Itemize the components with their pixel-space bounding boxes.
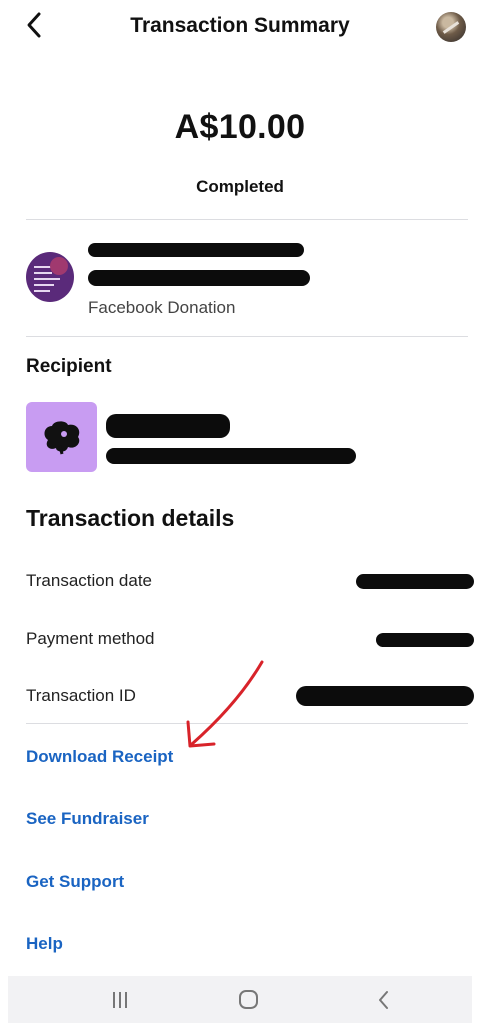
redacted-recipient-name <box>106 414 230 438</box>
divider <box>26 336 468 337</box>
system-navigation-bar <box>8 976 472 1023</box>
brain-icon <box>44 421 80 455</box>
annotation-arrow-icon <box>186 660 264 748</box>
divider <box>26 219 468 220</box>
redacted-payment-method <box>376 633 474 647</box>
recipient-avatar <box>26 402 97 472</box>
payment-method-label: Payment method <box>26 629 155 648</box>
fundraiser-thumbnail <box>26 252 74 302</box>
fundraiser-subtitle: Facebook Donation <box>88 298 236 317</box>
home-button[interactable] <box>228 986 268 1014</box>
system-back-button[interactable] <box>364 986 404 1014</box>
recents-icon <box>113 992 127 1008</box>
recents-button[interactable] <box>100 986 140 1014</box>
redacted-transaction-date <box>356 574 474 589</box>
help-link[interactable]: Help <box>26 934 63 954</box>
transaction-id-label: Transaction ID <box>26 686 136 705</box>
get-support-link[interactable]: Get Support <box>26 872 124 892</box>
redacted-fundraiser-title <box>88 243 304 257</box>
see-fundraiser-link[interactable]: See Fundraiser <box>26 809 149 829</box>
download-receipt-link[interactable]: Download Receipt <box>26 747 173 767</box>
page-title: Transaction Summary <box>130 14 350 37</box>
redacted-transaction-id <box>296 686 474 706</box>
redacted-fundraiser-title-2 <box>88 270 310 286</box>
avatar[interactable] <box>436 12 466 42</box>
back-icon <box>379 991 388 1009</box>
redacted-recipient-detail <box>106 448 356 464</box>
transaction-date-label: Transaction date <box>26 571 152 590</box>
transaction-details-heading: Transaction details <box>26 505 235 531</box>
transaction-status: Completed <box>196 177 284 196</box>
home-icon <box>239 990 258 1009</box>
transaction-amount: A$10.00 <box>174 108 306 146</box>
top-app-bar: Transaction Summary <box>0 0 480 56</box>
recipient-heading: Recipient <box>26 356 112 377</box>
